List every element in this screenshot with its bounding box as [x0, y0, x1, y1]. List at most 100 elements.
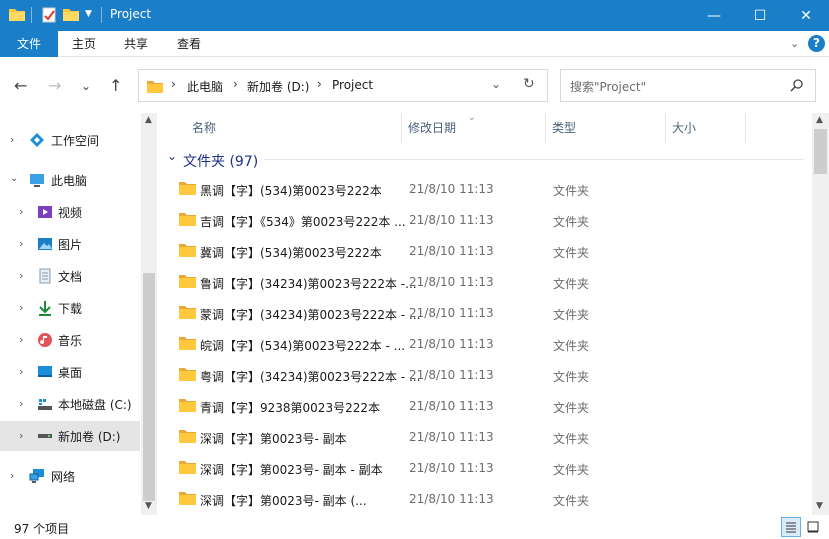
group-header[interactable]: ⌄ 文件夹 (97) — [158, 148, 806, 170]
refresh-icon[interactable]: ↻ — [523, 76, 535, 92]
maximize-button[interactable]: ☐ — [737, 0, 783, 31]
breadcrumb-drive-d[interactable]: 新加卷 (D:) — [247, 78, 309, 95]
content-scrollbar[interactable]: ▲ ▼ — [812, 113, 829, 515]
sidebar-item-network[interactable]: › 网络 — [0, 461, 140, 491]
minimize-button[interactable]: — — [691, 0, 737, 31]
folder-icon — [179, 492, 196, 505]
search-icon[interactable] — [790, 79, 803, 92]
table-row[interactable]: 深调【字】第0023号- 副本 (... 21/8/10 11:13 文件夹 — [158, 484, 806, 515]
table-row[interactable]: 蒙调【字】(34234)第0023号222本 - ... 21/8/10 11:1… — [158, 298, 806, 329]
chevron-right-icon[interactable]: › — [19, 429, 23, 442]
sidebar-item-pictures[interactable]: › 图片 — [0, 229, 140, 259]
chevron-right-icon[interactable]: › — [317, 77, 322, 91]
table-row[interactable]: 皖调【字】(534)第0023号222本 - ... 21/8/10 11:13 文… — [158, 329, 806, 360]
pictures-icon — [38, 238, 52, 250]
breadcrumb-this-pc[interactable]: 此电脑 — [187, 78, 223, 95]
sidebar-item-workspace[interactable]: › 工作空间 — [0, 125, 140, 155]
column-header-type[interactable]: 类型 — [546, 113, 666, 143]
sidebar-item-label: 图片 — [58, 238, 83, 252]
details-view-button[interactable] — [781, 517, 801, 537]
file-type: 文件夹 — [553, 308, 590, 322]
scroll-up-icon[interactable]: ▲ — [816, 115, 823, 125]
search-box[interactable]: 搜索"Project" — [560, 69, 816, 102]
column-header-size[interactable]: 大小 — [666, 113, 746, 143]
breadcrumb-project[interactable]: Project — [332, 78, 373, 92]
forward-button[interactable]: → — [48, 76, 61, 95]
scroll-thumb[interactable] — [814, 129, 827, 174]
file-date: 21/8/10 11:13 — [409, 182, 494, 196]
table-row[interactable]: 黑调【字】(534)第0023号222本 21/8/10 11:13 文件夹 — [158, 174, 806, 205]
folder-icon[interactable] — [9, 7, 25, 21]
chevron-right-icon[interactable]: › — [19, 333, 23, 346]
address-dropdown-icon[interactable]: ⌄ — [491, 77, 501, 91]
drive-d-icon — [38, 434, 52, 438]
table-row[interactable]: 鲁调【字】(34234)第0023号222本 -... 21/8/10 11:13… — [158, 267, 806, 298]
back-button[interactable]: ← — [14, 76, 27, 95]
scroll-down-icon[interactable]: ▼ — [816, 501, 823, 511]
file-type: 文件夹 — [553, 215, 590, 229]
scroll-up-icon[interactable]: ▲ — [145, 115, 152, 125]
chevron-right-icon[interactable]: › — [233, 77, 238, 91]
desktop-icon — [38, 366, 52, 377]
customize-toolbar-icon[interactable]: ▼ — [85, 9, 92, 19]
sidebar-item-downloads[interactable]: › 下载 — [0, 293, 140, 323]
tab-file[interactable]: 文件 — [0, 31, 58, 57]
sidebar-item-drive-d[interactable]: › 新加卷 (D:) — [0, 421, 140, 451]
address-bar[interactable]: › 此电脑 › 新加卷 (D:) › Project ⌄ ↻ — [138, 69, 548, 102]
sidebar-item-label: 文档 — [58, 270, 83, 284]
table-row[interactable]: 吉调【字】《534》第0023号222本 ... 21/8/10 11:13 文件夹 — [158, 205, 806, 236]
scroll-down-icon[interactable]: ▼ — [145, 501, 152, 511]
up-button[interactable]: ↑ — [109, 76, 122, 95]
help-button[interactable]: ? — [808, 35, 825, 52]
close-button[interactable]: ✕ — [783, 0, 829, 31]
column-header-date[interactable]: 修改日期 — [402, 113, 546, 143]
sidebar-item-desktop[interactable]: › 桌面 — [0, 357, 140, 387]
file-type: 文件夹 — [553, 184, 590, 198]
chevron-right-icon[interactable]: › — [10, 133, 14, 146]
large-icons-view-button[interactable] — [803, 517, 823, 537]
new-folder-icon[interactable] — [63, 7, 79, 21]
separator — [31, 7, 32, 23]
group-label: 文件夹 (97) — [183, 154, 259, 170]
table-row[interactable]: 深调【字】第0023号- 副本 - 副本 21/8/10 11:13 文件夹 — [158, 453, 806, 484]
table-row[interactable]: 冀调【字】(534)第0023号222本 21/8/10 11:13 文件夹 — [158, 236, 806, 267]
search-input[interactable]: 搜索"Project" — [570, 78, 646, 95]
chevron-down-icon[interactable]: ⌄ — [167, 149, 177, 163]
sidebar-item-music[interactable]: › 音乐 — [0, 325, 140, 355]
folder-icon — [179, 461, 196, 474]
sidebar-item-videos[interactable]: › 视频 — [0, 197, 140, 227]
file-type: 文件夹 — [553, 401, 590, 415]
scroll-thumb[interactable] — [143, 273, 155, 501]
file-date: 21/8/10 11:13 — [409, 275, 494, 289]
chevron-right-icon[interactable]: › — [19, 397, 23, 410]
sidebar-item-drive-c[interactable]: › 本地磁盘 (C:) — [0, 389, 140, 419]
chevron-down-icon[interactable]: ⌄ — [10, 173, 18, 184]
file-type: 文件夹 — [553, 370, 590, 384]
table-row[interactable]: 青调【字】9238第0023号222本 21/8/10 11:13 文件夹 — [158, 391, 806, 422]
chevron-right-icon[interactable]: › — [19, 205, 23, 218]
window-title: Project — [110, 7, 152, 21]
recent-locations-button[interactable]: ⌄ — [81, 79, 91, 93]
properties-icon[interactable] — [41, 7, 57, 23]
column-header-name[interactable]: 名称 — [186, 113, 402, 143]
table-row[interactable]: 深调【字】第0023号- 副本 21/8/10 11:13 文件夹 — [158, 422, 806, 453]
sidebar-item-label: 桌面 — [58, 366, 83, 380]
chevron-right-icon[interactable]: › — [19, 365, 23, 378]
table-row[interactable]: 粤调【字】(34234)第0023号222本 - ... 21/8/10 11:1… — [158, 360, 806, 391]
chevron-down-icon[interactable]: ⌄ — [790, 37, 799, 50]
file-name: 蒙调【字】(34234)第0023号222本 - ... — [200, 308, 421, 322]
chevron-right-icon[interactable]: › — [19, 237, 23, 250]
status-bar: 97 个项目 — [0, 515, 829, 539]
chevron-right-icon[interactable]: › — [171, 77, 176, 91]
chevron-right-icon[interactable]: › — [19, 301, 23, 314]
sidebar-item-this-pc[interactable]: ⌄ 此电脑 — [0, 165, 140, 195]
sidebar-item-documents[interactable]: › 文档 — [0, 261, 140, 291]
tab-home[interactable]: 主页 — [58, 31, 110, 57]
tab-view[interactable]: 查看 — [163, 31, 215, 57]
file-date: 21/8/10 11:13 — [409, 213, 494, 227]
chevron-right-icon[interactable]: › — [19, 269, 23, 282]
tab-share[interactable]: 共享 — [110, 31, 162, 57]
sidebar-scrollbar[interactable]: ▲ ▼ — [141, 113, 157, 515]
chevron-right-icon[interactable]: › — [10, 469, 14, 482]
title-bar: ▼ Project — ☐ ✕ — [0, 0, 829, 31]
